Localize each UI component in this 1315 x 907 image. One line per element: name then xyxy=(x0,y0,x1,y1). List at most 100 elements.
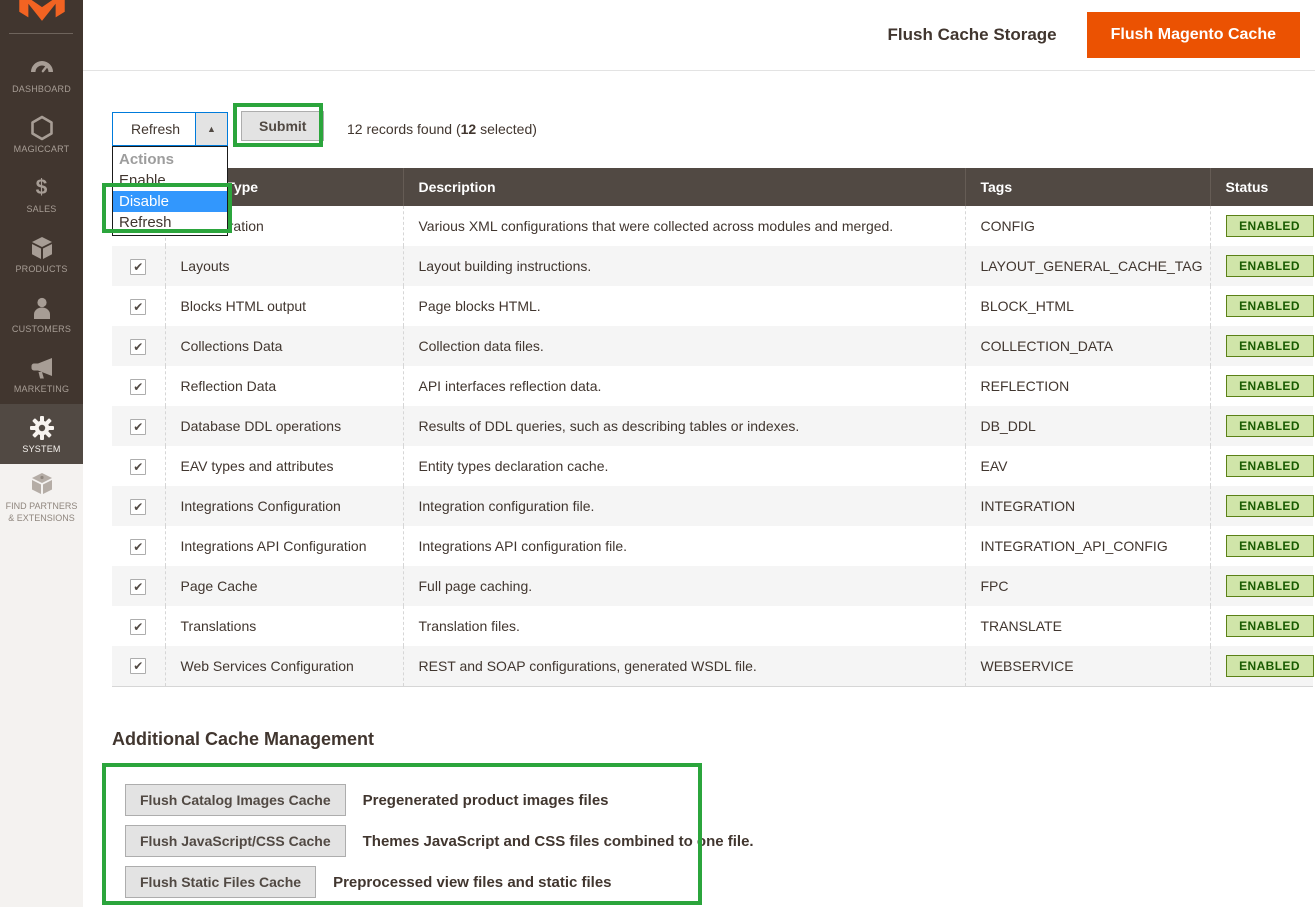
products-icon xyxy=(29,235,55,261)
description-cell: Integration configuration file. xyxy=(403,486,965,526)
mass-action-dropdown-list: Actions Enable Disable Refresh xyxy=(112,146,228,236)
table-row: ✔ EAV types and attributesEntity types de… xyxy=(112,446,1313,486)
column-header-description[interactable]: Description xyxy=(403,168,965,206)
grid-header-row: Cache Type Description Tags Status xyxy=(112,168,1313,206)
status-badge: ENABLED xyxy=(1226,415,1314,437)
dropdown-group-actions: Actions xyxy=(113,149,227,170)
cache-type-cell: Integrations API Configuration xyxy=(165,526,403,566)
sidebar-item-label: SALES xyxy=(26,204,56,214)
extensions-icon xyxy=(29,470,55,496)
flush-catalog-images-description: Pregenerated product images files xyxy=(363,792,609,809)
description-cell: Layout building instructions. xyxy=(403,246,965,286)
flush-static-files-row: Flush Static Files Cache Preprocessed vi… xyxy=(125,866,754,898)
table-row: ✔ LayoutsLayout building instructions.LAY… xyxy=(112,246,1313,286)
sidebar-item-label: MAGICCART xyxy=(14,144,70,154)
cache-type-cell: Page Cache xyxy=(165,566,403,606)
flush-catalog-images-button[interactable]: Flush Catalog Images Cache xyxy=(125,784,346,816)
sidebar-item-customers[interactable]: CUSTOMERS xyxy=(0,284,83,344)
dropdown-option-disable[interactable]: Disable xyxy=(113,191,227,212)
status-badge: ENABLED xyxy=(1226,655,1314,677)
additional-cache-title: Additional Cache Management xyxy=(112,729,374,750)
row-checkbox[interactable]: ✔ xyxy=(130,619,146,635)
flush-catalog-images-row: Flush Catalog Images Cache Pregenerated … xyxy=(125,784,754,816)
description-cell: REST and SOAP configurations, generated … xyxy=(403,646,965,686)
selected-count: 12 xyxy=(461,121,477,137)
table-row: ✔Database DDL operationsResults of DDL q… xyxy=(112,406,1313,446)
dropdown-option-enable[interactable]: Enable xyxy=(113,170,227,191)
flush-cache-storage-button[interactable]: Flush Cache Storage xyxy=(888,25,1057,45)
tags-cell: LAYOUT_GENERAL_CACHE_TAG xyxy=(965,246,1210,286)
row-checkbox[interactable]: ✔ xyxy=(130,259,146,275)
status-badge: ENABLED xyxy=(1226,215,1314,237)
status-badge: ENABLED xyxy=(1226,575,1314,597)
sidebar-item-products[interactable]: PRODUCTS xyxy=(0,224,83,284)
status-badge: ENABLED xyxy=(1226,495,1314,517)
description-cell: Results of DDL queries, such as describi… xyxy=(403,406,965,446)
flush-js-css-button[interactable]: Flush JavaScript/CSS Cache xyxy=(125,825,346,857)
additional-cache-actions: Flush Catalog Images Cache Pregenerated … xyxy=(125,784,754,898)
sidebar-item-label: MARKETING xyxy=(14,384,69,394)
flush-static-files-button[interactable]: Flush Static Files Cache xyxy=(125,866,316,898)
magento-logo[interactable] xyxy=(17,0,67,28)
cache-type-cell: Layouts xyxy=(165,246,403,286)
cache-type-cell: Integrations Configuration xyxy=(165,486,403,526)
flush-js-css-row: Flush JavaScript/CSS Cache Themes JavaSc… xyxy=(125,825,754,857)
table-row: ✔Page CacheFull page caching.FPCENABLED xyxy=(112,566,1313,606)
sidebar-item-dashboard[interactable]: DASHBOARD xyxy=(0,44,83,104)
cache-type-cell: EAV types and attributes xyxy=(165,446,403,486)
tags-cell: INTEGRATION_API_CONFIG xyxy=(965,526,1210,566)
description-cell: Page blocks HTML. xyxy=(403,286,965,326)
sidebar-item-sales[interactable]: $ SALES xyxy=(0,164,83,224)
dashboard-icon xyxy=(29,55,55,81)
flush-static-files-description: Preprocessed view files and static files xyxy=(333,874,611,891)
column-header-tags[interactable]: Tags xyxy=(965,168,1210,206)
column-header-status[interactable]: Status xyxy=(1210,168,1313,206)
tags-cell: CONFIG xyxy=(965,206,1210,246)
sidebar-item-magiccart[interactable]: MAGICCART xyxy=(0,104,83,164)
sidebar-item-label: SYSTEM xyxy=(22,444,60,454)
mass-action-select[interactable]: Refresh ▲ xyxy=(112,112,228,146)
status-badge: ENABLED xyxy=(1226,615,1314,637)
sidebar-item-find-partners[interactable]: FIND PARTNERS& EXTENSIONS xyxy=(0,470,83,524)
row-checkbox[interactable]: ✔ xyxy=(130,539,146,555)
sidebar-item-system[interactable]: SYSTEM xyxy=(0,404,83,464)
row-checkbox[interactable]: ✔ xyxy=(130,379,146,395)
table-row: ✔TranslationsTranslation files.TRANSLATE… xyxy=(112,606,1313,646)
tags-cell: DB_DDL xyxy=(965,406,1210,446)
table-row: ✔Integrations API ConfigurationIntegrati… xyxy=(112,526,1313,566)
status-badge: ENABLED xyxy=(1226,535,1314,557)
table-row: ✔ Integrations ConfigurationIntegration c… xyxy=(112,486,1313,526)
description-cell: Various XML configurations that were col… xyxy=(403,206,965,246)
status-badge: ENABLED xyxy=(1226,295,1314,317)
submit-button[interactable]: Submit xyxy=(241,111,324,141)
row-checkbox[interactable]: ✔ xyxy=(130,299,146,315)
page-action-bar: Flush Cache Storage Flush Magento Cache xyxy=(83,0,1315,71)
description-cell: Collection data files. xyxy=(403,326,965,366)
row-checkbox[interactable]: ✔ xyxy=(130,658,146,674)
flush-magento-cache-button[interactable]: Flush Magento Cache xyxy=(1087,12,1300,58)
chevron-up-icon: ▲ xyxy=(195,113,227,145)
row-checkbox[interactable]: ✔ xyxy=(130,459,146,475)
tags-cell: FPC xyxy=(965,566,1210,606)
cache-type-cell: Blocks HTML output xyxy=(165,286,403,326)
description-cell: Entity types declaration cache. xyxy=(403,446,965,486)
sidebar-menu: DASHBOARD MAGICCART $ SALES xyxy=(0,0,83,462)
row-checkbox[interactable]: ✔ xyxy=(130,579,146,595)
dropdown-option-refresh[interactable]: Refresh xyxy=(113,212,227,233)
sales-icon: $ xyxy=(29,175,55,201)
row-checkbox[interactable]: ✔ xyxy=(130,419,146,435)
sidebar-nav: DASHBOARD MAGICCART $ SALES xyxy=(0,44,83,464)
tags-cell: BLOCK_HTML xyxy=(965,286,1210,326)
status-badge: ENABLED xyxy=(1226,455,1314,477)
row-checkbox[interactable]: ✔ xyxy=(130,339,146,355)
cache-type-cell: Web Services Configuration xyxy=(165,646,403,686)
row-checkbox[interactable]: ✔ xyxy=(130,499,146,515)
cache-grid: Cache Type Description Tags Status ✔Conf… xyxy=(112,168,1313,687)
table-row: ✔ Blocks HTML outputPage blocks HTML.BLOC… xyxy=(112,286,1313,326)
status-badge: ENABLED xyxy=(1226,255,1314,277)
description-cell: API interfaces reflection data. xyxy=(403,366,965,406)
sidebar-item-marketing[interactable]: MARKETING xyxy=(0,344,83,404)
table-row: ✔Reflection DataAPI interfaces reflectio… xyxy=(112,366,1313,406)
description-cell: Translation files. xyxy=(403,606,965,646)
customers-icon xyxy=(29,295,55,321)
